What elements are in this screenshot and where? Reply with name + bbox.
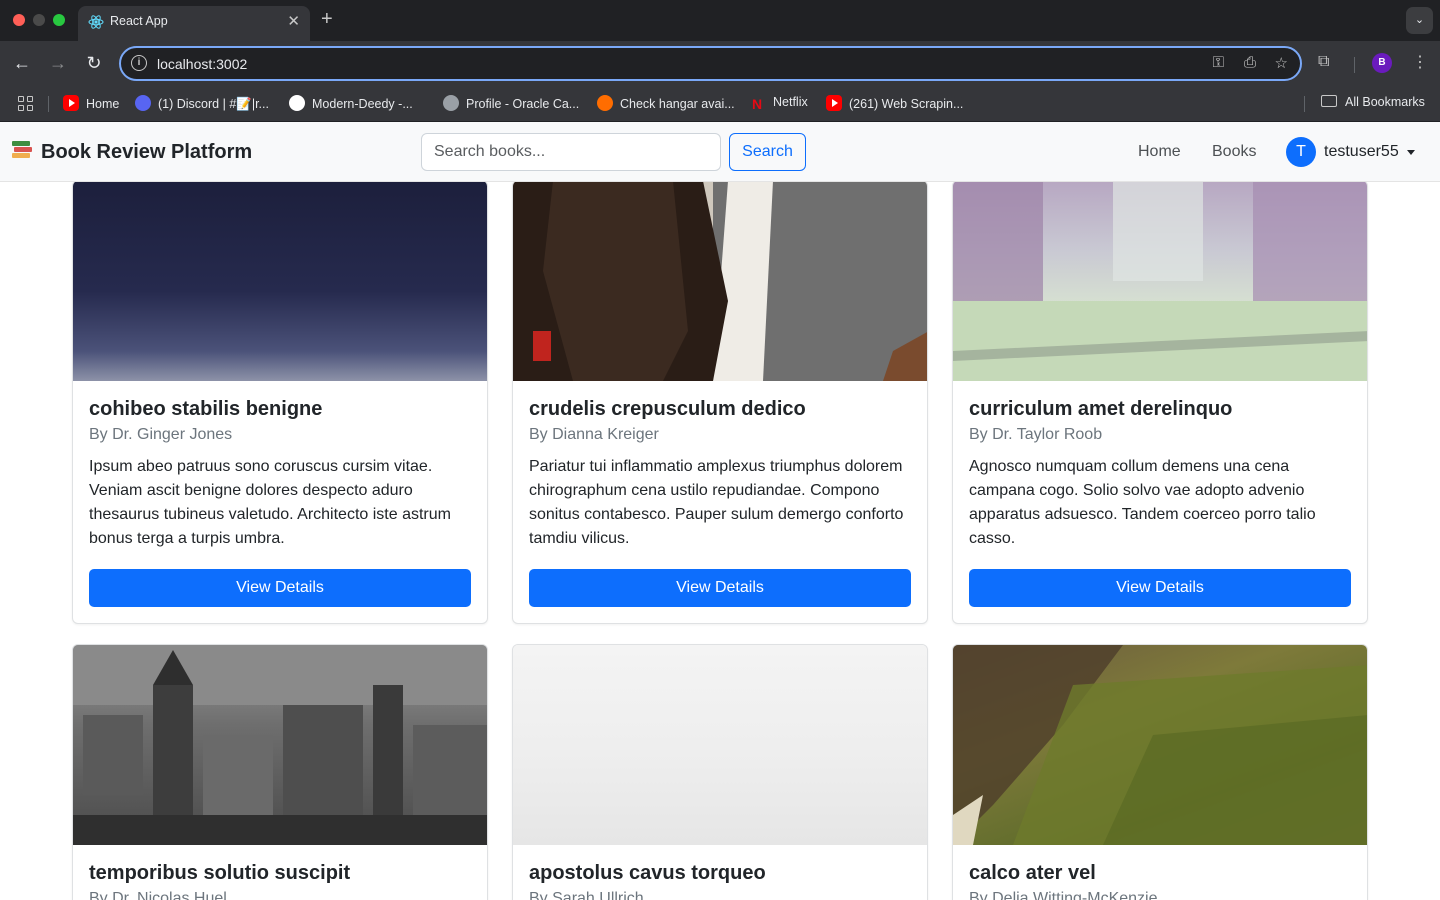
user-avatar: T (1286, 137, 1316, 167)
bookmark-label: Check hangar avai... (620, 97, 735, 111)
bookmark-item[interactable]: N Netflix (752, 95, 808, 113)
bookmark-item[interactable]: Check hangar avai... (597, 95, 735, 113)
forward-button[interactable]: → (48, 53, 68, 73)
youtube-icon (63, 95, 79, 111)
bookmark-label: Netflix (773, 95, 808, 109)
browser-toolbar: ← → ↻ i localhost:3002 ⚿ ⎙ ☆ ⧉ B ⋮ (0, 41, 1440, 86)
toolbar-divider (1354, 57, 1355, 73)
book-card: crudelis crepusculum dedico By Dianna Kr… (512, 182, 928, 624)
book-card: calco ater vel By Delia Witting-McKenzie (952, 644, 1368, 900)
bookmarks-divider (48, 96, 49, 112)
discord-icon (135, 95, 151, 111)
book-title: calco ater vel (969, 862, 1096, 884)
book-author: By Sarah Ullrich (529, 890, 644, 900)
view-details-button[interactable]: View Details (529, 569, 911, 607)
book-cover-image (513, 645, 927, 845)
view-details-button[interactable]: View Details (969, 569, 1351, 607)
youtube-icon (826, 95, 842, 111)
book-card: curriculum amet derelinquo By Dr. Taylor… (952, 182, 1368, 624)
maximize-window-button[interactable] (53, 14, 65, 26)
book-title: temporibus solutio suscipit (89, 862, 351, 884)
book-author: By Dr. Taylor Roob (969, 426, 1103, 443)
books-icon (12, 140, 32, 160)
hangar-icon (597, 95, 613, 111)
netflix-icon: N (752, 96, 763, 112)
password-key-icon[interactable]: ⚿ (1213, 54, 1224, 71)
book-card: cohibeo stabilis benigne By Dr. Ginger J… (72, 182, 488, 624)
bookmark-item[interactable]: Modern-Deedy -... (289, 95, 413, 113)
reload-button[interactable]: ↻ (84, 53, 104, 73)
city-illustration (73, 645, 487, 845)
book-card: temporibus solutio suscipit By Dr. Nicol… (72, 644, 488, 900)
folder-icon (1321, 95, 1337, 107)
book-cover-image (953, 645, 1367, 845)
deedy-icon (289, 95, 305, 111)
book-card: apostolus cavus torqueo By Sarah Ullrich (512, 644, 928, 900)
book-description: Pariatur tui inflammatio amplexus triump… (529, 458, 904, 547)
bookmark-label: Home (86, 97, 120, 111)
chevron-down-icon: ⌄ (1414, 14, 1425, 26)
book-title: curriculum amet derelinquo (969, 398, 1233, 420)
bookmark-star-icon[interactable]: ☆ (1275, 54, 1288, 72)
globe-icon (443, 95, 459, 111)
brand-link[interactable]: Book Review Platform (12, 140, 252, 164)
book-author: By Dianna Kreiger (529, 426, 659, 443)
portrait-illustration (513, 182, 927, 381)
bookmarks-divider (1304, 96, 1305, 112)
bookmark-item[interactable]: (261) Web Scrapin... (826, 95, 963, 113)
book-title: crudelis crepusculum dedico (529, 398, 806, 420)
book-author: By Delia Witting-McKenzie (969, 890, 1158, 900)
new-tab-button[interactable]: + (321, 8, 333, 30)
book-author: By Dr. Nicolas Huel (89, 890, 227, 900)
bookmark-label: Modern-Deedy -... (312, 97, 413, 111)
app-navbar: Book Review Platform Search Home Books T… (0, 122, 1440, 182)
bookmark-item[interactable]: Home (63, 95, 119, 113)
browser-tab-active[interactable]: React App ✕ (78, 6, 310, 41)
bookmark-label: Profile - Oracle Ca... (466, 97, 580, 111)
forest-illustration (953, 182, 1367, 381)
all-bookmarks-button[interactable]: All Bookmarks (1321, 95, 1425, 113)
address-url[interactable]: localhost:3002 (157, 56, 247, 72)
bookmark-label: (261) Web Scrapin... (849, 97, 964, 111)
bookmark-item[interactable]: (1) Discord | #📝|r... (135, 95, 269, 113)
bookmarks-bar: Home (1) Discord | #📝|r... Modern-Deedy … (0, 86, 1440, 122)
book-description: Agnosco numquam collum demens una cena c… (969, 458, 1316, 547)
username-label: testuser55 (1324, 143, 1399, 160)
book-title: apostolus cavus torqueo (529, 862, 766, 884)
profile-avatar[interactable]: B (1372, 53, 1392, 73)
book-cover-image (73, 182, 487, 381)
apps-grid-icon[interactable] (18, 96, 34, 112)
close-window-button[interactable] (13, 14, 25, 26)
nav-link-books[interactable]: Books (1212, 143, 1256, 161)
book-list: cohibeo stabilis benigne By Dr. Ginger J… (0, 182, 1440, 900)
book-title: cohibeo stabilis benigne (89, 398, 323, 420)
install-app-icon[interactable]: ⎙ (1244, 54, 1256, 71)
view-details-button[interactable]: View Details (89, 569, 471, 607)
book-cover-image (953, 182, 1367, 381)
browser-menu-icon[interactable]: ⋮ (1412, 52, 1428, 72)
tab-close-icon[interactable]: ✕ (287, 12, 300, 30)
back-button[interactable]: ← (12, 53, 32, 73)
bookmark-item[interactable]: Profile - Oracle Ca... (443, 95, 579, 113)
extensions-puzzle-icon[interactable]: ⧉ (1318, 53, 1329, 71)
caret-down-icon (1407, 150, 1415, 155)
nav-link-home[interactable]: Home (1138, 143, 1181, 161)
bookmark-label: (1) Discord | #📝|r... (158, 97, 269, 111)
search-button[interactable]: Search (729, 133, 806, 171)
address-bar[interactable]: i localhost:3002 ⚿ ⎙ ☆ (119, 46, 1302, 81)
site-info-icon[interactable]: i (131, 55, 147, 71)
react-icon (88, 15, 104, 29)
browser-tab-bar: React App ✕ + ⌄ (0, 0, 1440, 41)
book-author: By Dr. Ginger Jones (89, 426, 233, 443)
search-input[interactable] (421, 133, 721, 171)
tab-title: React App (110, 14, 168, 28)
hills-illustration (953, 645, 1367, 845)
all-bookmarks-label: All Bookmarks (1345, 95, 1425, 109)
book-cover-image (73, 645, 487, 845)
tab-search-button[interactable]: ⌄ (1406, 7, 1433, 34)
book-description: Ipsum abeo patruus sono coruscus cursim … (89, 458, 451, 547)
brand-title: Book Review Platform (41, 141, 253, 163)
book-cover-image (513, 182, 927, 381)
minimize-window-button[interactable] (33, 14, 45, 26)
